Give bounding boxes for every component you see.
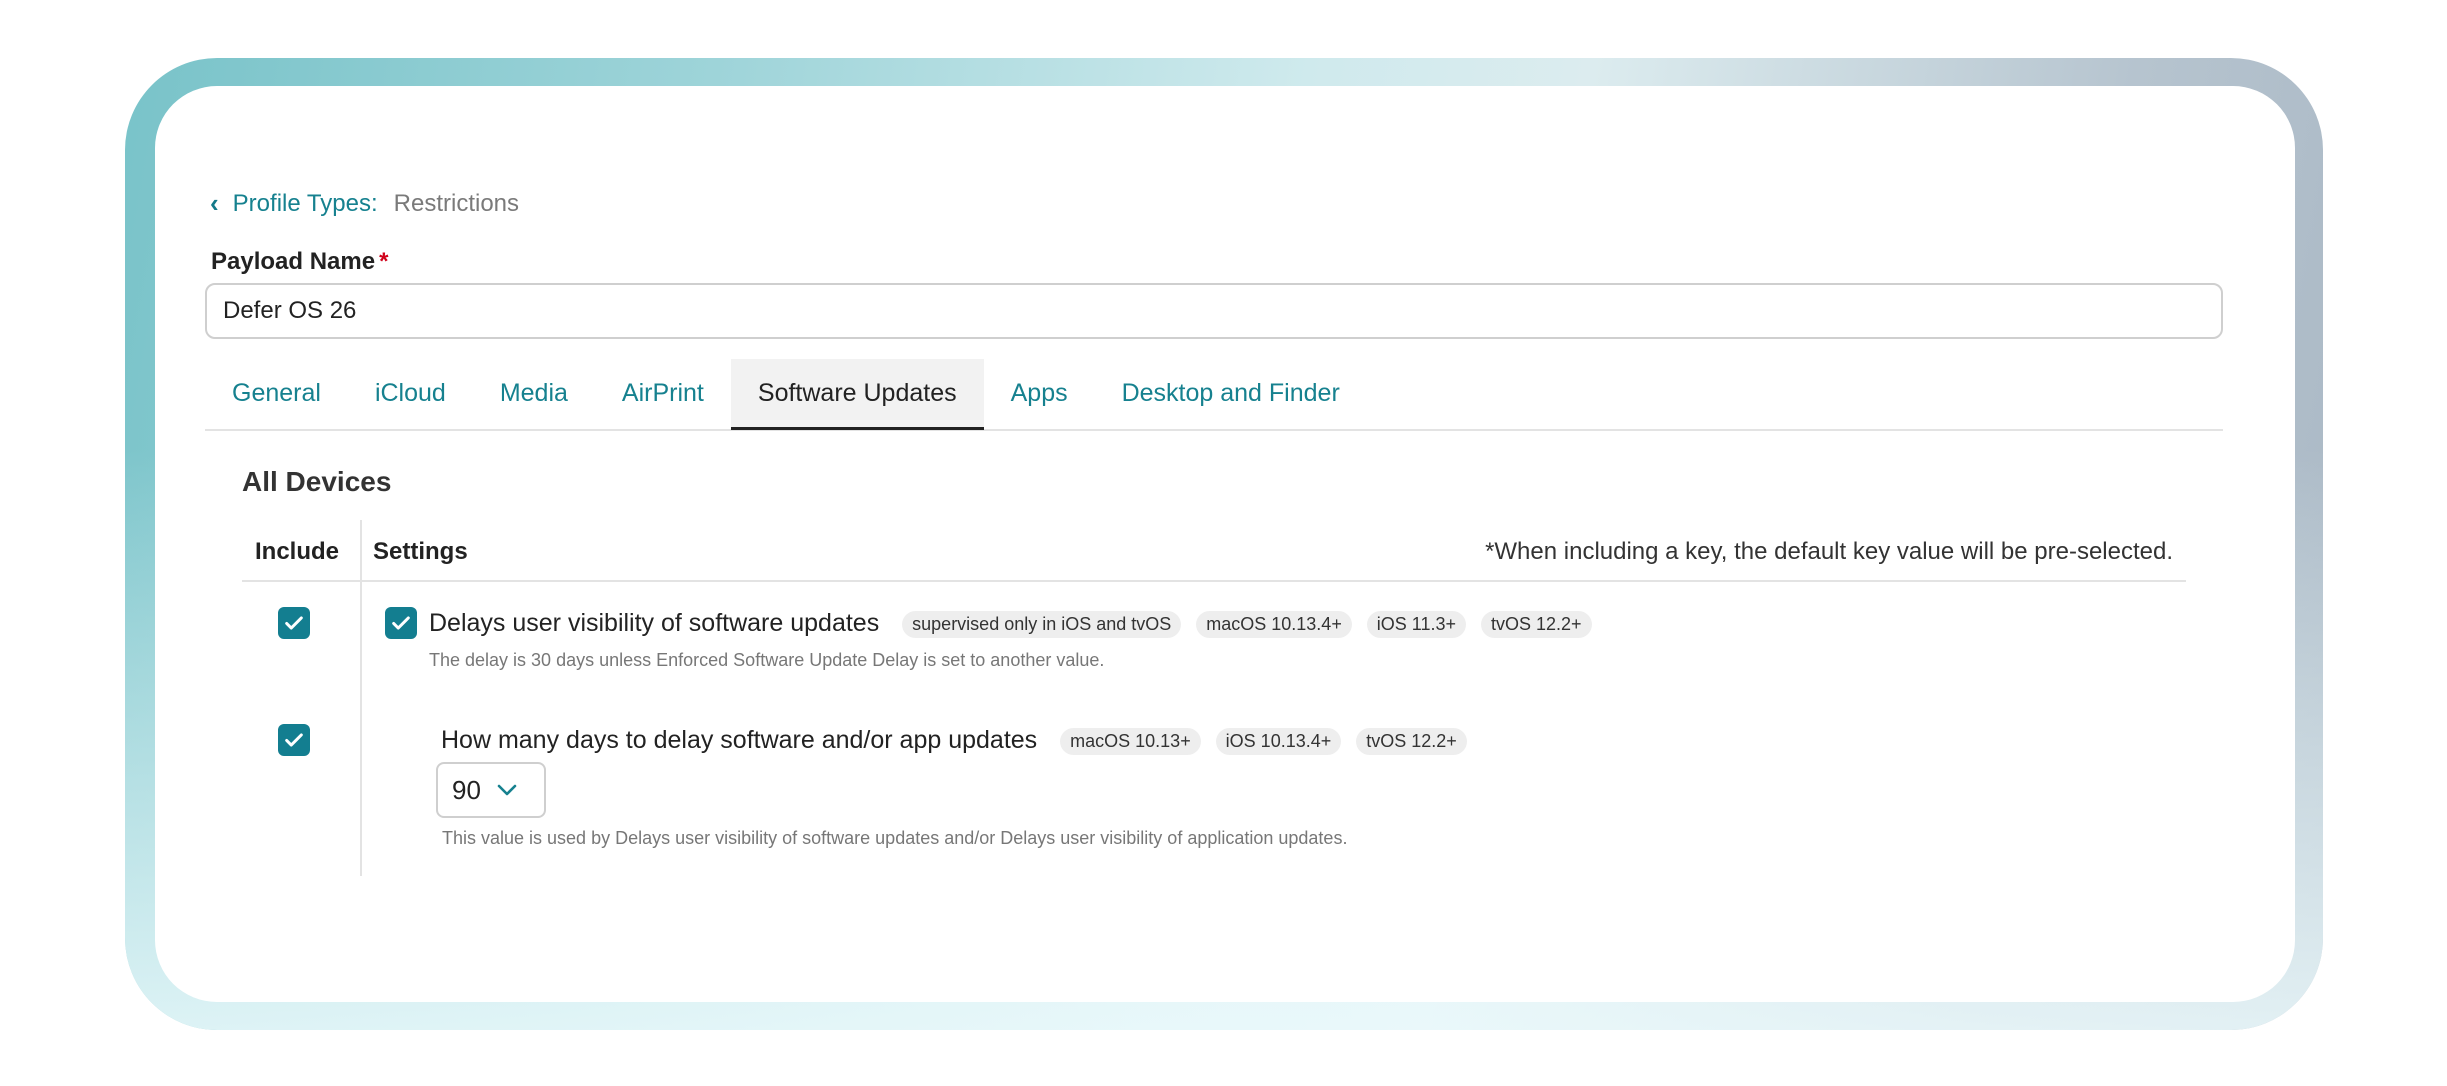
tab-media[interactable]: Media xyxy=(473,359,595,427)
chevron-down-icon xyxy=(497,784,517,796)
tab-desktop-and-finder[interactable]: Desktop and Finder xyxy=(1095,359,1367,427)
include-checkbox-row-2[interactable] xyxy=(278,724,310,756)
badge-ios: iOS 10.13.4+ xyxy=(1215,727,1342,755)
checkmark-icon xyxy=(285,733,303,747)
payload-name-input[interactable] xyxy=(205,283,2223,339)
tab-airprint[interactable]: AirPrint xyxy=(595,359,731,427)
header-divider xyxy=(242,580,2186,582)
tab-apps[interactable]: Apps xyxy=(984,359,1095,427)
badge-macos: macOS 10.13.4+ xyxy=(1196,610,1352,638)
badge-tvos: tvOS 12.2+ xyxy=(1356,727,1467,755)
setting-checkbox-row-1[interactable] xyxy=(385,607,417,639)
default-key-note: *When including a key, the default key v… xyxy=(1485,538,2173,565)
column-divider xyxy=(360,520,362,876)
badge-macos: macOS 10.13+ xyxy=(1060,727,1201,755)
checkmark-icon xyxy=(392,616,410,630)
setting-title: Delays user visibility of software updat… xyxy=(429,609,880,637)
setting-row-2: How many days to delay software and/or a… xyxy=(441,726,1467,755)
tab-software-updates[interactable]: Software Updates xyxy=(730,359,984,430)
breadcrumb-parent-link[interactable]: Profile Types: xyxy=(233,190,378,218)
section-title: All Devices xyxy=(242,466,392,497)
tab-general[interactable]: General xyxy=(205,359,348,427)
delay-days-select[interactable]: 90 xyxy=(436,762,546,818)
setting-row-1: Delays user visibility of software updat… xyxy=(429,609,1592,638)
badge-ios: iOS 11.3+ xyxy=(1366,610,1467,638)
payload-name-label: Payload Name * xyxy=(211,248,388,276)
tab-icloud[interactable]: iCloud xyxy=(348,359,473,427)
include-checkbox-row-1[interactable] xyxy=(278,607,310,639)
include-column-header: Include xyxy=(255,538,340,565)
breadcrumb: ‹ Profile Types: Restrictions xyxy=(210,188,519,219)
setting-title: How many days to delay software and/or a… xyxy=(441,726,1038,754)
breadcrumb-current: Restrictions xyxy=(393,189,520,217)
payload-name-label-text: Payload Name xyxy=(211,248,376,275)
setting-hint-row-1: The delay is 30 days unless Enforced Sof… xyxy=(429,650,1105,670)
badge-supervised: supervised only in iOS and tvOS xyxy=(902,610,1182,638)
checkmark-icon xyxy=(285,616,303,630)
required-mark: * xyxy=(379,248,389,275)
badge-tvos: tvOS 12.2+ xyxy=(1480,610,1592,638)
delay-days-value: 90 xyxy=(452,774,481,805)
tab-bar: General iCloud Media AirPrint Software U… xyxy=(205,359,2223,431)
settings-column-header: Settings xyxy=(373,538,468,565)
setting-hint-row-2: This value is used by Delays user visibi… xyxy=(442,828,1348,848)
chevron-left-icon[interactable]: ‹ xyxy=(210,188,219,219)
